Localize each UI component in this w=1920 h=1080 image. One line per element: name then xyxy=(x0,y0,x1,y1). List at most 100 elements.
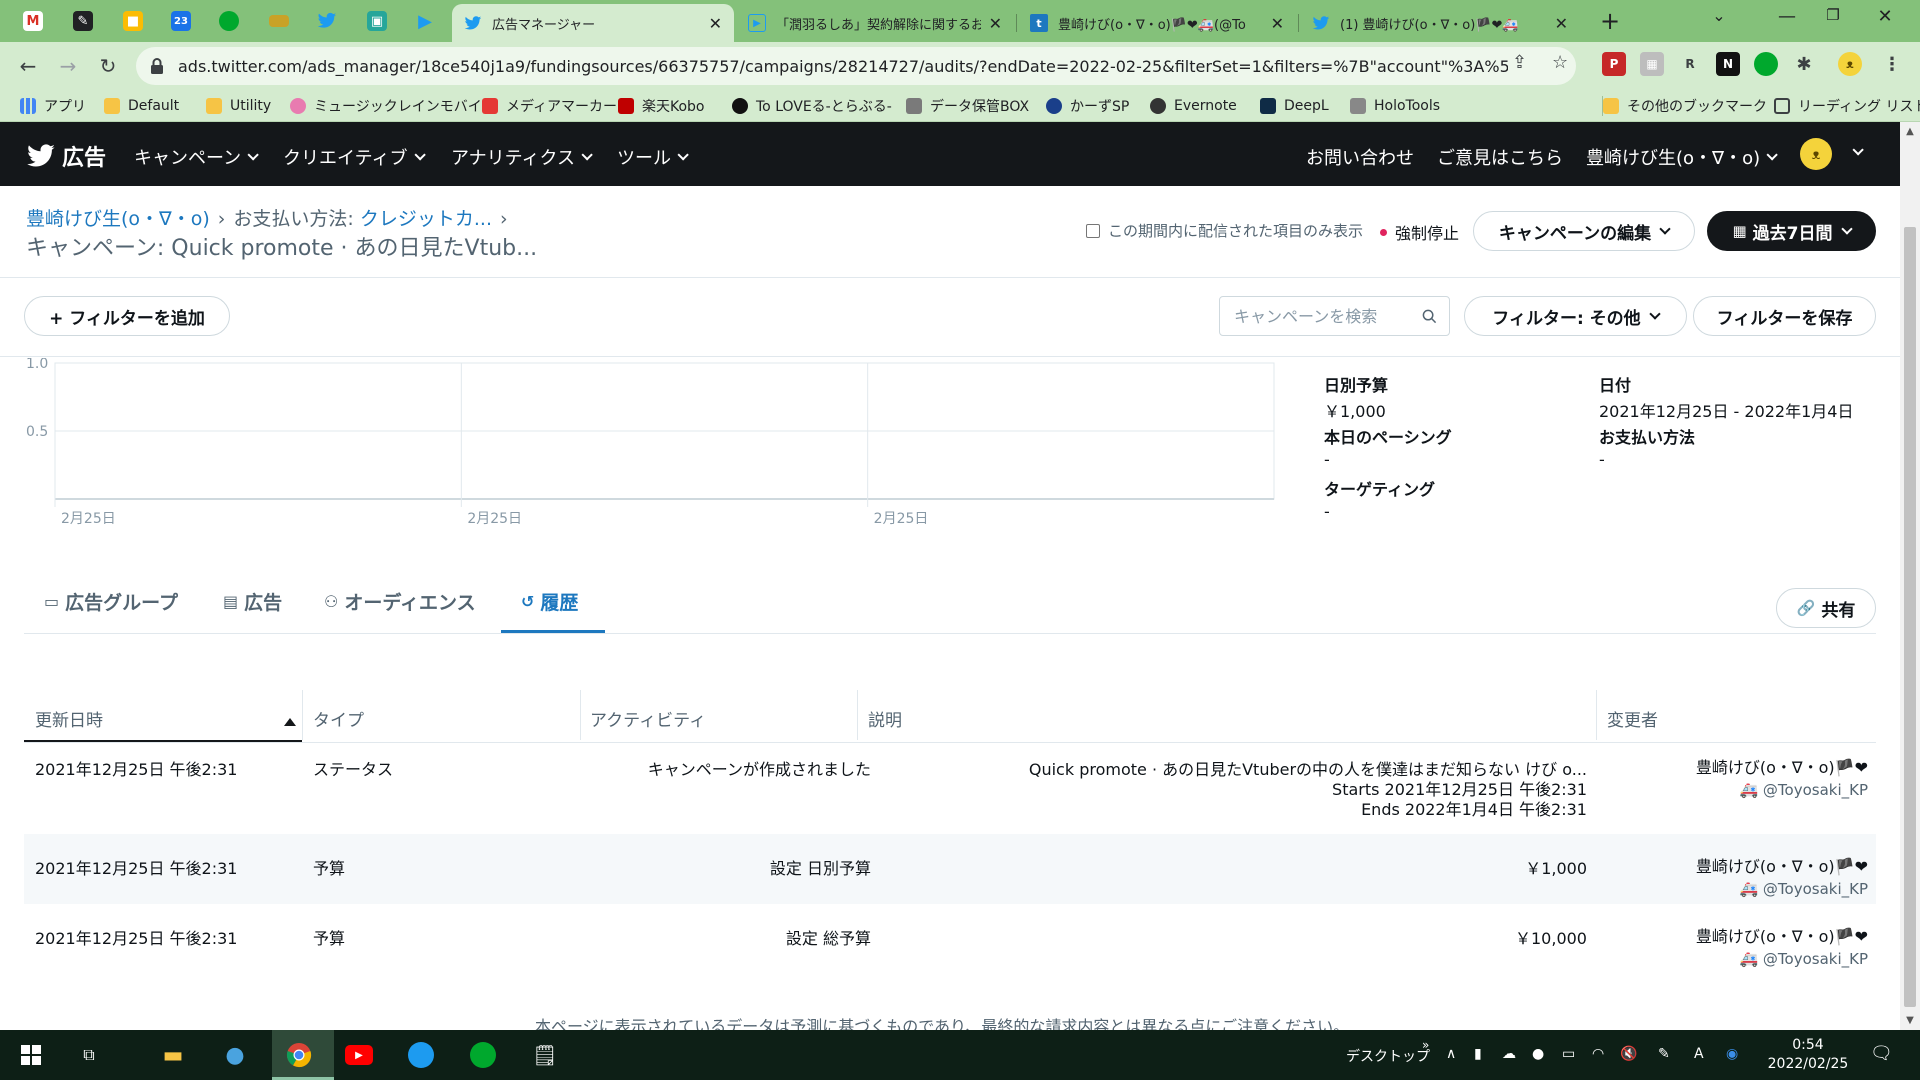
period-only-checkbox[interactable] xyxy=(1086,223,1100,238)
extension-image-icon[interactable]: ▦ xyxy=(1640,52,1664,76)
filter-other-button[interactable]: フィルター: その他 xyxy=(1464,296,1687,336)
pinned-tab-keep[interactable]: ■ xyxy=(120,8,146,34)
speaker-muted-icon[interactable]: 🔇 xyxy=(1620,1046,1637,1062)
extensions-puzzle-icon[interactable]: ✱ xyxy=(1792,52,1816,76)
tab-twitter-home[interactable]: (1) 豊崎けび(o・∇・o)🏴❤🚑 ✕ xyxy=(1300,4,1580,42)
file-explorer-icon[interactable]: ▬ xyxy=(158,1040,188,1070)
col-header-changed-by[interactable]: 変更者 xyxy=(1607,706,1658,731)
campaign-search-input[interactable] xyxy=(1220,297,1410,335)
back-button[interactable]: ← xyxy=(14,52,42,80)
share-page-icon[interactable]: ⇪ xyxy=(1512,52,1527,73)
tab-ad-groups[interactable]: ▭ 広告グループ xyxy=(44,588,178,615)
tablet-icon[interactable]: ▮ xyxy=(1474,1046,1482,1062)
user-display-name[interactable]: 豊崎けび(o・∇・o)🏴❤ xyxy=(1696,757,1868,779)
pinned-tab-twitter[interactable] xyxy=(314,8,340,34)
chrome-icon[interactable] xyxy=(284,1040,314,1070)
evernote-icon[interactable] xyxy=(1754,52,1778,76)
notepad-icon[interactable]: 🗒 xyxy=(530,1040,560,1070)
restore-button[interactable]: ❐ xyxy=(1810,6,1856,24)
pinned-tab-play[interactable]: ▶ xyxy=(412,8,438,34)
bookmark-to-love-ru[interactable]: To LOVEる-とらぶる- xyxy=(732,96,892,116)
reading-list[interactable]: リーディング リスト xyxy=(1774,96,1920,116)
close-window-button[interactable]: ✕ xyxy=(1862,6,1908,27)
tab-ads[interactable]: ▤ 広告 xyxy=(223,588,282,615)
app-circle-icon[interactable]: ● xyxy=(220,1040,250,1070)
desktop-toolbar-label[interactable]: デスクトップ xyxy=(1346,1046,1430,1066)
scrollbar-thumb[interactable] xyxy=(1904,227,1916,1007)
pinned-tab-evernote[interactable] xyxy=(216,8,242,34)
notion-icon[interactable]: N xyxy=(1716,52,1740,76)
feedback-link[interactable]: ご意見はこちら xyxy=(1437,144,1563,170)
bookmark-rakuten-kobo[interactable]: 楽天Kobo xyxy=(618,96,705,116)
breadcrumb-payment-link[interactable]: クレジットカ... xyxy=(360,208,492,230)
tab-article[interactable]: ▶ 「潤羽るしあ」契約解除に関するお ✕ xyxy=(736,4,1014,42)
user-display-name[interactable]: 豊崎けび(o・∇・o)🏴❤ xyxy=(1696,926,1868,948)
wifi-icon[interactable]: ◠ xyxy=(1592,1046,1604,1062)
close-tab-icon[interactable]: ✕ xyxy=(1271,14,1284,33)
bookmark-default[interactable]: Default xyxy=(104,96,179,116)
pen-icon[interactable]: ✎ xyxy=(1658,1046,1670,1062)
reload-button[interactable]: ↻ xyxy=(94,52,122,80)
col-header-activity[interactable]: アクティビティ xyxy=(590,706,706,731)
add-filter-button[interactable]: + フィルターを追加 xyxy=(24,296,230,336)
share-button[interactable]: 🔗 共有 xyxy=(1776,588,1876,628)
page-scrollbar[interactable]: ▲ ▼ xyxy=(1900,122,1920,1030)
network-globe-icon[interactable]: ◉ xyxy=(1726,1046,1738,1062)
contact-link[interactable]: お問い合わせ xyxy=(1306,144,1414,170)
battery-icon[interactable]: ▭ xyxy=(1562,1046,1575,1062)
save-filter-button[interactable]: フィルターを保存 xyxy=(1693,296,1876,336)
tab-history[interactable]: ↺ 履歴 xyxy=(521,588,578,615)
extension-p-icon[interactable]: P xyxy=(1602,52,1626,76)
avatar-menu-toggle[interactable] xyxy=(1846,144,1864,156)
onedrive-icon[interactable]: ☁ xyxy=(1502,1046,1516,1062)
bookmark-utility[interactable]: Utility xyxy=(206,96,271,116)
col-header-description[interactable]: 説明 xyxy=(868,706,902,731)
tray-overflow-icon[interactable]: ∧ xyxy=(1446,1046,1456,1062)
notification-center-icon[interactable]: 🗨 xyxy=(1870,1043,1893,1064)
windows-start-icon[interactable] xyxy=(16,1040,46,1070)
profile-avatar-icon[interactable]: ᴥ xyxy=(1838,52,1862,76)
period-only-toggle[interactable]: この期間内に配信された項目のみ表示 xyxy=(1086,220,1363,241)
pinned-tab-8[interactable]: ▣ xyxy=(364,8,390,34)
menu-analytics[interactable]: アナリティクス xyxy=(451,144,593,170)
close-tab-icon[interactable]: ✕ xyxy=(709,14,722,33)
scroll-down-arrow-icon[interactable]: ▼ xyxy=(1900,1015,1920,1026)
pinned-tab-calendar[interactable]: 23 xyxy=(168,8,194,34)
evernote-app-icon[interactable] xyxy=(468,1040,498,1070)
sort-ascending-icon[interactable] xyxy=(284,718,296,726)
search-icon[interactable] xyxy=(1422,309,1437,324)
col-header-updated[interactable]: 更新日時 xyxy=(35,706,103,731)
task-view-icon[interactable]: ⧉ xyxy=(74,1040,104,1070)
bookmark-data-box[interactable]: データ保管BOX xyxy=(906,96,1029,116)
tab-search-icon[interactable]: ⌄ xyxy=(1696,6,1742,25)
evernote-tray-icon[interactable]: ● xyxy=(1532,1046,1544,1062)
tab-profile[interactable]: t 豊崎けび(o・∇・o)🏴❤🚑(@To ✕ xyxy=(1018,4,1296,42)
bookmark-media-marker[interactable]: メディアマーカー xyxy=(482,96,617,116)
menu-campaigns[interactable]: キャンペーン xyxy=(134,144,259,170)
account-avatar[interactable]: ᴥ xyxy=(1800,138,1832,170)
bookmark-evernote[interactable]: Evernote xyxy=(1150,96,1237,116)
system-clock[interactable]: 0:54 2022/02/25 xyxy=(1760,1036,1856,1074)
account-menu[interactable]: 豊崎けび生(o・∇・o) xyxy=(1586,144,1778,170)
user-handle[interactable]: 🚑 @Toyosaki_KP xyxy=(1696,948,1868,970)
ads-logo[interactable]: 広告 xyxy=(26,140,106,172)
user-handle[interactable]: 🚑 @Toyosaki_KP xyxy=(1696,779,1868,801)
bookmark-star-icon[interactable]: ☆ xyxy=(1552,52,1568,73)
bookmark-music-rain[interactable]: ミュージックレインモバイル xyxy=(290,96,496,116)
ime-indicator[interactable]: A xyxy=(1694,1046,1704,1062)
forward-button[interactable]: → xyxy=(54,52,82,80)
menu-tools[interactable]: ツール xyxy=(617,144,689,170)
bookmark-kazu-sp[interactable]: かーずSP xyxy=(1046,96,1129,116)
menu-creatives[interactable]: クリエイティブ xyxy=(283,144,426,170)
bookmark-deepl[interactable]: DeepL xyxy=(1260,96,1329,116)
youtube-icon[interactable]: ▶ xyxy=(344,1040,374,1070)
extension-rw-icon[interactable]: R xyxy=(1678,52,1702,76)
minimize-button[interactable]: — xyxy=(1764,6,1810,27)
breadcrumb-account-link[interactable]: 豊崎けび生(o・∇・o) xyxy=(26,208,210,230)
col-header-type[interactable]: タイプ xyxy=(313,706,364,731)
pinned-tab-2[interactable]: ✎ xyxy=(70,8,96,34)
bookmark-holotools[interactable]: HoloTools xyxy=(1350,96,1440,116)
close-tab-icon[interactable]: ✕ xyxy=(989,14,1002,33)
twitter-app-icon[interactable] xyxy=(406,1040,436,1070)
tab-audience[interactable]: ⚇ オーディエンス xyxy=(324,588,476,615)
